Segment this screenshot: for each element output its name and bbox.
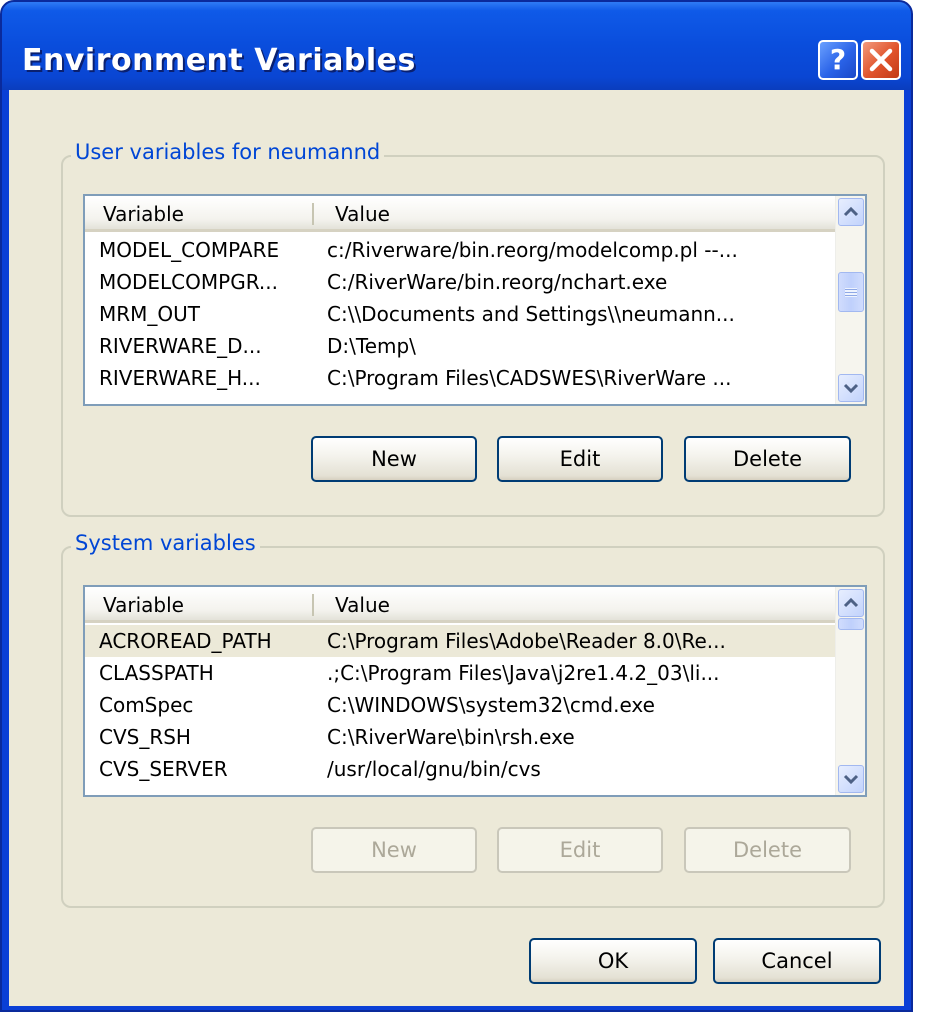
close-icon xyxy=(869,48,893,72)
table-row[interactable]: ACROREAD_PATH C:\Program Files\Adobe\Rea… xyxy=(85,625,835,657)
help-button[interactable]: ? xyxy=(818,40,858,80)
variable-name: MODEL_COMPARE xyxy=(99,238,280,262)
variable-value: .;C:\Program Files\Java\j2re1.4.2_03\li.… xyxy=(327,661,720,685)
variable-name: MODELCOMPGR... xyxy=(99,270,278,294)
variable-name: RIVERWARE_H... xyxy=(99,366,261,390)
variable-value: c:/Riverware/bin.reorg/modelcomp.pl --..… xyxy=(327,238,738,262)
table-row[interactable]: CVS_SERVER /usr/local/gnu/bin/cvs xyxy=(85,753,835,785)
environment-variables-dialog: Environment Variables ? User variables f… xyxy=(0,0,913,1012)
scroll-down-button[interactable] xyxy=(838,374,864,402)
variable-name: RIVERWARE_D... xyxy=(99,334,262,358)
ok-button[interactable]: OK xyxy=(529,938,697,984)
list-header: Variable Value xyxy=(85,196,835,232)
variable-value: C:\Program Files\CADSWES\RiverWare ... xyxy=(327,366,732,390)
user-variables-legend: User variables for neumannd xyxy=(71,140,385,164)
variable-value: C:/RiverWare/bin.reorg/nchart.exe xyxy=(327,270,668,294)
user-variables-group: User variables for neumannd Variable Val… xyxy=(61,140,885,517)
scroll-down-button[interactable] xyxy=(838,765,864,793)
window-title: Environment Variables xyxy=(22,43,416,78)
grip-icon xyxy=(845,287,857,297)
user-new-button[interactable]: New xyxy=(311,436,477,482)
variable-value: D:\Temp\ xyxy=(327,334,416,358)
vertical-scrollbar[interactable] xyxy=(835,587,865,795)
variable-name: CVS_SERVER xyxy=(99,757,228,781)
variable-value: C:\WINDOWS\system32\cmd.exe xyxy=(327,693,655,717)
variable-value: C:\Program Files\Adobe\Reader 8.0\Re... xyxy=(327,629,726,653)
column-header-variable[interactable]: Variable xyxy=(85,587,313,623)
table-row[interactable]: ComSpec C:\WINDOWS\system32\cmd.exe xyxy=(85,689,835,721)
user-variables-list[interactable]: Variable Value MODEL_COMPARE c:/Riverwar… xyxy=(83,194,867,406)
scroll-up-button[interactable] xyxy=(838,198,864,226)
system-variables-group: System variables Variable Value ACROREAD… xyxy=(61,531,885,908)
variable-value: C:\RiverWare\bin\rsh.exe xyxy=(327,725,575,749)
chevron-up-icon xyxy=(843,206,859,217)
cancel-button[interactable]: Cancel xyxy=(713,938,881,984)
user-edit-button[interactable]: Edit xyxy=(497,436,663,482)
variable-name: ComSpec xyxy=(99,693,194,717)
system-delete-button[interactable]: Delete xyxy=(684,827,851,873)
scroll-thumb[interactable] xyxy=(838,272,864,312)
column-header-value[interactable]: Value xyxy=(313,587,835,623)
vertical-scrollbar[interactable] xyxy=(835,196,865,404)
system-new-button[interactable]: New xyxy=(311,827,477,873)
system-variables-list[interactable]: Variable Value ACROREAD_PATH C:\Program … xyxy=(83,585,867,797)
user-delete-button[interactable]: Delete xyxy=(684,436,851,482)
dialog-body: User variables for neumannd Variable Val… xyxy=(9,90,904,1006)
system-edit-button[interactable]: Edit xyxy=(497,827,663,873)
system-variables-legend: System variables xyxy=(71,531,260,555)
variable-name: MRM_OUT xyxy=(99,302,201,326)
variable-value: C:\\Documents and Settings\\neumann... xyxy=(327,302,735,326)
title-bar[interactable]: Environment Variables ? xyxy=(2,2,911,90)
list-rows: MODEL_COMPARE c:/Riverware/bin.reorg/mod… xyxy=(85,234,835,394)
table-row[interactable]: MODEL_COMPARE c:/Riverware/bin.reorg/mod… xyxy=(85,234,835,266)
table-row[interactable]: MODELCOMPGR... C:/RiverWare/bin.reorg/nc… xyxy=(85,266,835,298)
column-header-variable[interactable]: Variable xyxy=(85,196,313,232)
variable-name: CLASSPATH xyxy=(99,661,214,685)
chevron-down-icon xyxy=(843,774,859,785)
table-row[interactable]: RIVERWARE_D... D:\Temp\ xyxy=(85,330,835,362)
scroll-up-button[interactable] xyxy=(838,589,864,617)
table-row[interactable]: MRM_OUT C:\\Documents and Settings\\neum… xyxy=(85,298,835,330)
scroll-thumb[interactable] xyxy=(838,618,864,630)
table-row[interactable]: CVS_RSH C:\RiverWare\bin\rsh.exe xyxy=(85,721,835,753)
chevron-down-icon xyxy=(843,383,859,394)
close-button[interactable] xyxy=(861,40,901,80)
help-icon: ? xyxy=(829,43,847,76)
table-row[interactable]: CLASSPATH .;C:\Program Files\Java\j2re1.… xyxy=(85,657,835,689)
list-header: Variable Value xyxy=(85,587,835,623)
list-rows: ACROREAD_PATH C:\Program Files\Adobe\Rea… xyxy=(85,625,835,785)
variable-value: /usr/local/gnu/bin/cvs xyxy=(327,757,541,781)
variable-name: ACROREAD_PATH xyxy=(99,629,272,653)
variable-name: CVS_RSH xyxy=(99,725,191,749)
table-row[interactable]: RIVERWARE_H... C:\Program Files\CADSWES\… xyxy=(85,362,835,394)
column-header-value[interactable]: Value xyxy=(313,196,835,232)
chevron-up-icon xyxy=(843,597,859,608)
